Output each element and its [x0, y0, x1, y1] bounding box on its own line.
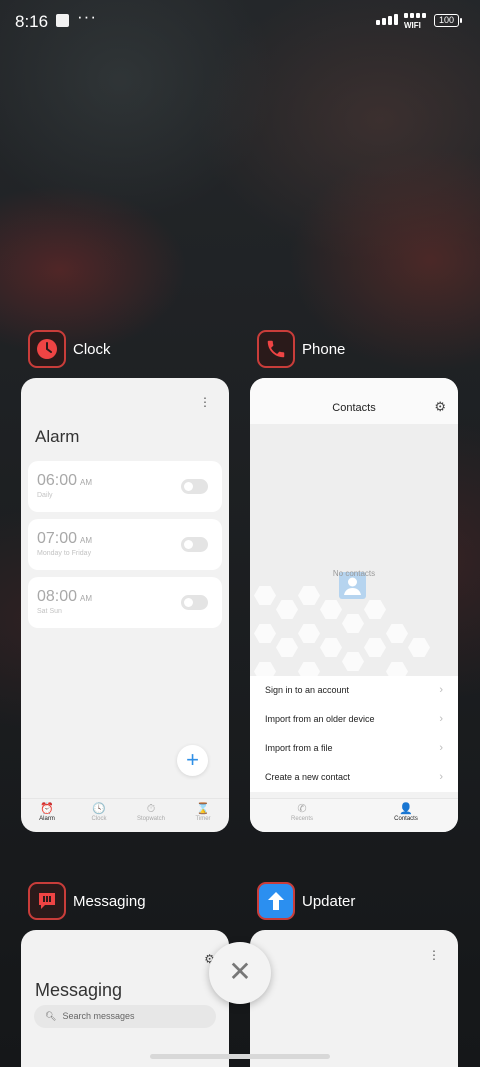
contacts-header: Contacts ⚙ [250, 378, 458, 424]
tab-label: Contacts [394, 816, 418, 822]
bottom-nav: ✆ Recents 👤 Contacts [250, 798, 458, 832]
search-input[interactable]: 🔍︎ Search messages [34, 1005, 216, 1028]
tab-label: Timer [195, 816, 211, 822]
search-placeholder: Search messages [62, 1011, 135, 1021]
import-file-item[interactable]: Import from a file › [250, 734, 458, 763]
bottom-nav: ⏰ Alarm 🕓 Clock ⏱ Stopwatch ⌛ Timer [21, 798, 229, 832]
tab-label: Clock [91, 816, 107, 822]
import-older-device-item[interactable]: Import from an older device › [250, 705, 458, 734]
alarm-time: 07:00 [37, 530, 78, 547]
sign-in-account-item[interactable]: Sign in to an account › [250, 676, 458, 705]
clear-all-close-button[interactable]: ✕ [209, 942, 271, 1004]
app-header-clock[interactable]: Clock [28, 330, 111, 368]
list-item-label: Import from a file [265, 743, 333, 753]
app-card-messaging[interactable]: ⚙ Messaging 🔍︎ Search messages [21, 930, 229, 1067]
alarm-item[interactable]: 07:00 AM Monday to Friday [28, 519, 222, 570]
phone-icon [257, 330, 295, 368]
app-header-messaging[interactable]: Messaging [28, 882, 146, 920]
notification-square-icon [56, 14, 69, 27]
chevron-right-icon: › [439, 713, 443, 725]
status-time: 8:16 [15, 12, 49, 31]
empty-state-text: No contacts [332, 569, 376, 578]
clock-icon [28, 330, 66, 368]
tab-recents[interactable]: ✆ Recents [250, 799, 354, 832]
alarm-repeat: Monday to Friday [37, 550, 92, 557]
wifi-signal-icon [404, 13, 426, 18]
list-item-label: Import from an older device [265, 714, 375, 724]
more-notifications-icon: ··· [77, 7, 97, 26]
tab-stopwatch[interactable]: ⏱ Stopwatch [125, 799, 177, 832]
app-card-phone[interactable]: Contacts ⚙ No contacts Sign in to an acc… [250, 378, 458, 832]
message-icon [28, 882, 66, 920]
app-name-phone: Phone [302, 340, 346, 358]
tab-contacts[interactable]: 👤 Contacts [354, 799, 458, 832]
tab-clock[interactable]: 🕓 Clock [73, 799, 125, 832]
contacts-empty-area [250, 424, 458, 676]
wifi-label: WIFI [404, 21, 421, 30]
upload-arrow-icon [257, 882, 295, 920]
tab-alarm[interactable]: ⏰ Alarm [21, 799, 73, 832]
more-menu-icon[interactable]: ⋮ [199, 396, 211, 408]
more-menu-icon[interactable]: ⋮ [428, 949, 440, 961]
app-name-updater: Updater [302, 892, 356, 910]
alarm-repeat: Sat Sun [37, 608, 62, 615]
list-item-label: Create a new contact [265, 772, 351, 782]
alarm-item[interactable]: 08:00 AM Sat Sun [28, 577, 222, 628]
alarm-time: 06:00 [37, 472, 78, 489]
tab-timer[interactable]: ⌛ Timer [177, 799, 229, 832]
tab-label: Alarm [39, 816, 55, 822]
alarm-toggle[interactable] [181, 479, 208, 494]
page-title: Contacts [332, 402, 376, 414]
app-header-phone[interactable]: Phone [257, 330, 345, 368]
alarm-clock-icon: ⏰ [40, 803, 54, 815]
alarm-toggle[interactable] [181, 595, 208, 610]
stopwatch-icon: ⏱ [146, 803, 156, 815]
phone-handset-icon: ✆ [297, 803, 307, 815]
chevron-right-icon: › [439, 771, 443, 783]
alarm-toggle[interactable] [181, 537, 208, 552]
hourglass-icon: ⌛ [196, 803, 210, 815]
page-title: Messaging [35, 980, 123, 1000]
clock-face-icon: 🕓 [92, 803, 106, 815]
app-card-clock[interactable]: ⋮ Alarm 06:00 AM Daily 07:00 AM Monday to … [21, 378, 229, 832]
settings-gear-icon[interactable]: ⚙ [434, 399, 446, 415]
list-item-label: Sign in to an account [265, 685, 350, 695]
alarm-item[interactable]: 06:00 AM Daily [28, 461, 222, 512]
alarm-ampm: AM [80, 594, 93, 603]
tab-label: Recents [290, 816, 313, 822]
page-title: Alarm [35, 427, 80, 446]
alarm-ampm: AM [80, 536, 93, 545]
battery-icon: 100 [434, 14, 462, 27]
chevron-right-icon: › [439, 684, 443, 696]
app-name-clock: Clock [73, 340, 111, 358]
tab-label: Stopwatch [136, 816, 166, 822]
alarm-time: 08:00 [37, 588, 78, 605]
chevron-right-icon: › [439, 742, 443, 754]
status-bar: 8:16 ··· WIFI 100 [0, 0, 480, 44]
app-name-messaging: Messaging [73, 892, 146, 910]
contact-actions-list: Sign in to an account › Import from an ol… [250, 676, 458, 792]
create-contact-item[interactable]: Create a new contact › [250, 763, 458, 792]
add-alarm-button[interactable]: + [177, 745, 208, 776]
app-header-updater[interactable]: Updater [257, 882, 355, 920]
search-icon: 🔍︎ [45, 1011, 57, 1021]
home-gesture-bar[interactable] [150, 1054, 330, 1059]
person-icon: 👤 [399, 803, 413, 815]
alarm-repeat: Daily [37, 492, 53, 499]
cellular-signal-icon [376, 14, 398, 25]
alarm-ampm: AM [80, 478, 93, 487]
app-card-updater[interactable]: ⋮ [250, 930, 458, 1067]
